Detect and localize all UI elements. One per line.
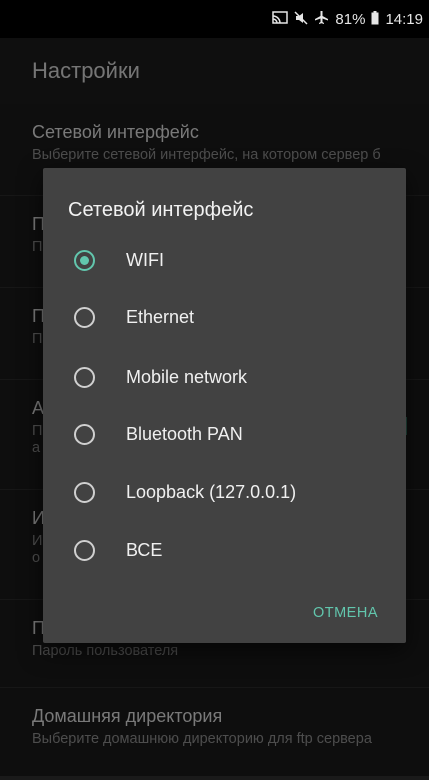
battery-percent: 81% — [335, 10, 366, 28]
radio-icon[interactable] — [74, 307, 95, 328]
airplane-icon — [314, 10, 329, 28]
option-label: Ethernet — [126, 307, 195, 327]
option-bluetooth-pan[interactable]: Bluetooth PAN — [43, 406, 406, 463]
option-ethernet[interactable]: Ethernet — [43, 289, 406, 346]
radio-icon[interactable] — [74, 424, 95, 445]
option-all[interactable]: ВСЕ — [43, 522, 406, 579]
radio-icon[interactable] — [74, 367, 95, 388]
radio-icon[interactable] — [74, 482, 95, 503]
mute-icon — [294, 10, 308, 28]
network-interface-dialog: Сетевой интерфейс WIFI Ethernet Mobile n… — [43, 168, 406, 643]
option-label: Loopback (127.0.0.1) — [126, 482, 297, 502]
option-label: WIFI — [126, 250, 164, 270]
option-loopback[interactable]: Loopback (127.0.0.1) — [43, 464, 406, 521]
radio-selected-icon[interactable] — [74, 250, 95, 271]
cancel-button[interactable]: ОТМЕНА — [313, 605, 378, 621]
option-wifi[interactable]: WIFI — [43, 232, 406, 289]
cast-icon — [272, 10, 289, 28]
radio-icon[interactable] — [74, 540, 95, 561]
battery-icon — [371, 10, 379, 28]
option-label: Bluetooth PAN — [126, 424, 243, 444]
status-bar: 81% 14:19 — [0, 0, 429, 38]
option-label: ВСЕ — [126, 540, 163, 560]
option-label: Mobile network — [126, 367, 248, 387]
dialog-title: Сетевой интерфейс — [68, 199, 254, 221]
clock: 14:19 — [385, 10, 423, 28]
option-mobile-network[interactable]: Mobile network — [43, 349, 406, 406]
